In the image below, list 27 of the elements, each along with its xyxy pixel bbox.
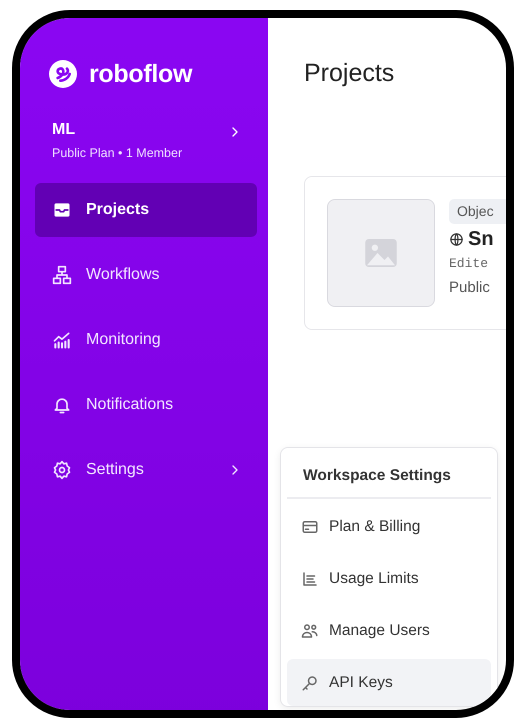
edited-text: Edite <box>449 255 490 273</box>
logo-text: roboflow <box>89 62 192 86</box>
menu-item[interactable]: Usage Limits <box>287 555 491 602</box>
nav-item[interactable]: Notifications <box>35 378 257 432</box>
project-card[interactable]: Objec Sn Edite Public <box>304 176 506 330</box>
visibility-text: Public <box>449 278 491 298</box>
users-icon <box>301 622 319 640</box>
menu-item[interactable]: Manage Users <box>287 607 491 654</box>
menu-header: Workspace Settings <box>287 454 491 500</box>
list-icon <box>301 570 319 588</box>
project-type-tag: Objec <box>449 199 506 224</box>
chart-icon <box>52 330 72 350</box>
nav-item[interactable]: Workflows <box>35 248 257 302</box>
globe-icon <box>449 232 464 246</box>
network-icon <box>52 264 72 285</box>
nav-item[interactable]: Projects <box>35 182 257 237</box>
nav-item[interactable]: Settings <box>35 442 257 497</box>
nav-item[interactable]: Monitoring <box>35 312 257 367</box>
key-icon <box>301 674 319 692</box>
menu-item[interactable]: API Keys <box>287 659 491 706</box>
workspace-details: Public Plan • 1 Member <box>52 144 182 162</box>
logo-icon <box>47 58 79 90</box>
project-name[interactable]: Sn <box>468 227 494 251</box>
page-title: Projects <box>304 58 396 88</box>
workspace-name: ML <box>52 120 76 140</box>
settings-icon <box>52 460 72 480</box>
menu-item[interactable]: Plan & Billing <box>287 503 491 550</box>
